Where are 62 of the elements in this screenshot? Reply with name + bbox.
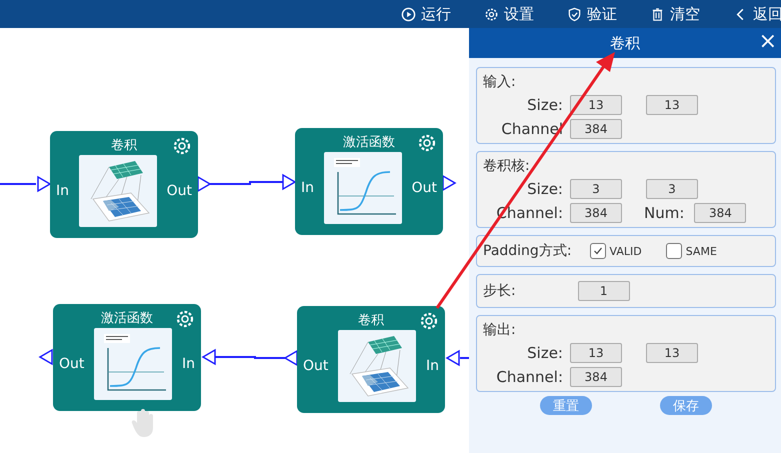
input-field[interactable]: 384: [694, 203, 746, 223]
port-label: Out: [303, 358, 328, 374]
input-field[interactable]: 1: [578, 281, 630, 301]
connector-arrow: [442, 174, 456, 192]
node-title: 激活函数: [101, 310, 153, 327]
field-label: Size:: [526, 96, 563, 114]
node-title: 激活函数: [343, 134, 395, 151]
section-title: Padding方式:: [483, 242, 572, 260]
field-label: Size:: [526, 180, 563, 198]
toolbar-button[interactable]: 运行: [401, 4, 451, 24]
port-label: In: [56, 183, 70, 199]
port-label: Out: [166, 183, 192, 199]
input-field[interactable]: 384: [570, 367, 622, 387]
field-label: Size:: [526, 344, 563, 362]
section-title: 输出:: [483, 321, 517, 339]
input-field[interactable]: 384: [570, 119, 622, 139]
section-title: 输入:: [483, 73, 517, 91]
input-field[interactable]: 13: [646, 343, 698, 363]
node-title: 卷积: [111, 137, 137, 154]
section-title: 卷积核:: [483, 157, 531, 175]
layer-node[interactable]: 卷积 Out In: [297, 306, 445, 413]
play-icon: [401, 6, 416, 22]
layer-node[interactable]: 卷积 In Out: [50, 131, 198, 238]
port-label: In: [426, 358, 439, 374]
input-field[interactable]: 3: [570, 179, 622, 199]
layer-node[interactable]: 激活函数 In Out: [295, 128, 443, 235]
node-title: 卷积: [358, 312, 384, 329]
connector-arrow: [446, 350, 469, 366]
toolbar-button[interactable]: 验证: [567, 4, 617, 24]
hand-cursor-icon: [131, 408, 155, 438]
input-field[interactable]: 384: [570, 203, 622, 223]
settings-icon[interactable]: [175, 309, 195, 329]
checkbox[interactable]: [590, 243, 606, 259]
toolbar-button[interactable]: 返回: [733, 4, 781, 24]
input-field[interactable]: 3: [646, 179, 698, 199]
close-button[interactable]: ×: [756, 31, 779, 53]
toolbar-button[interactable]: 设置: [484, 4, 534, 24]
checkbox[interactable]: [666, 243, 682, 259]
field-label: Num:: [644, 204, 684, 222]
connector-arrow: [0, 176, 52, 192]
check-icon: [592, 245, 604, 257]
checkbox-option[interactable]: SAME: [666, 243, 717, 259]
shield-icon: [567, 6, 582, 22]
section-title: 步长:: [483, 282, 516, 300]
port-label: In: [301, 180, 314, 196]
settings-icon[interactable]: [417, 133, 437, 153]
input-field[interactable]: 13: [646, 95, 698, 115]
port-label: Out: [59, 356, 84, 372]
input-field[interactable]: 13: [570, 95, 622, 115]
settings-icon: [484, 6, 499, 22]
settings-icon[interactable]: [419, 311, 439, 331]
panel-title: 卷积: [610, 34, 640, 52]
layer-node[interactable]: 激活函数 Out In: [53, 304, 201, 411]
input-field[interactable]: 13: [570, 343, 622, 363]
port-label: Out: [412, 180, 437, 196]
toolbar-button[interactable]: 清空: [650, 4, 700, 24]
connector-arrow: [38, 348, 53, 366]
field-label: Channel:: [495, 368, 563, 386]
checkbox-option[interactable]: VALID: [590, 243, 642, 259]
trash-icon: [650, 6, 665, 22]
settings-icon[interactable]: [172, 136, 192, 156]
port-label: In: [182, 356, 195, 372]
